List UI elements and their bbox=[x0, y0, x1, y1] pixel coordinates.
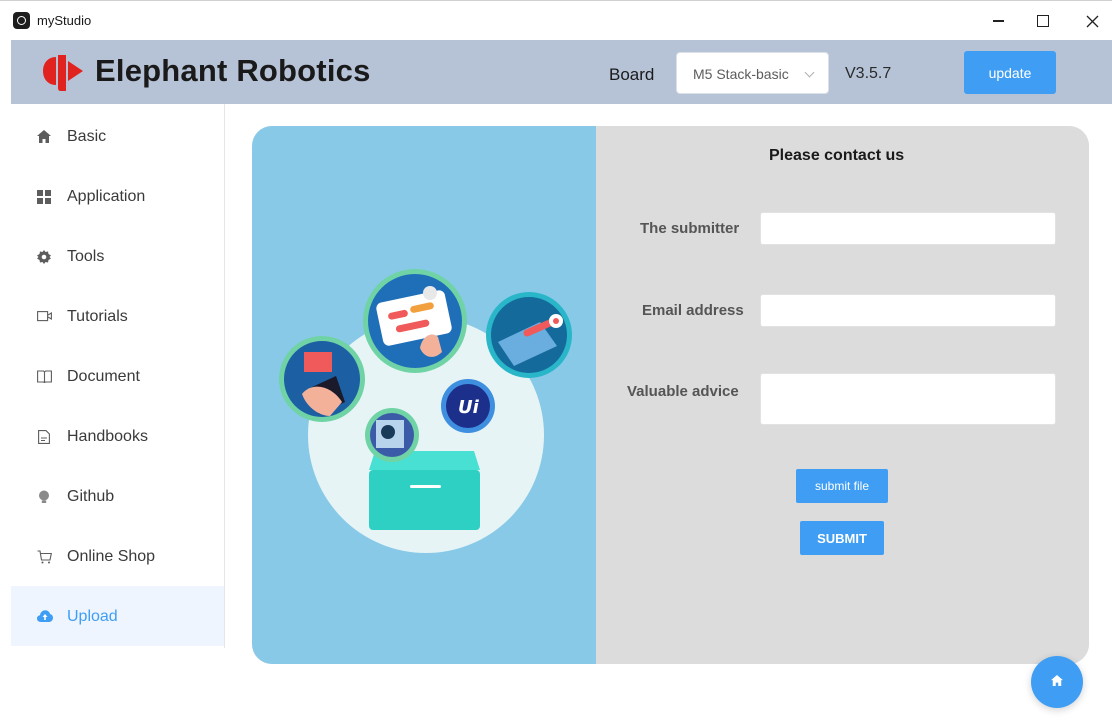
upload-illustration: Ui bbox=[279, 269, 572, 553]
board-select[interactable]: M5 Stack-basic bbox=[676, 52, 829, 94]
minimize-icon[interactable] bbox=[986, 9, 1010, 33]
email-label: Email address bbox=[642, 302, 744, 319]
sidebar-item-label: Handbooks bbox=[67, 428, 148, 445]
book-icon bbox=[37, 370, 52, 384]
sidebar-item-label: Tutorials bbox=[67, 308, 128, 325]
app-icon bbox=[13, 12, 30, 29]
chevron-down-icon bbox=[804, 67, 815, 78]
close-icon[interactable] bbox=[1080, 9, 1104, 33]
file-icon bbox=[37, 430, 51, 444]
advice-textarea[interactable] bbox=[760, 373, 1056, 425]
form-title: Please contact us bbox=[769, 147, 905, 164]
bulb-icon bbox=[37, 490, 51, 504]
contact-form: Please contact us The submitter Email ad… bbox=[596, 126, 1089, 664]
submit-button[interactable]: SUBMIT bbox=[800, 521, 884, 555]
submit-file-button[interactable]: submit file bbox=[796, 469, 888, 503]
maximize-icon[interactable] bbox=[1031, 9, 1055, 33]
contact-card: Ui Please contact us The submitter Email… bbox=[252, 126, 1089, 664]
sidebar-item-online-shop[interactable]: Online Shop bbox=[11, 526, 224, 586]
svg-text:Ui: Ui bbox=[458, 397, 480, 418]
sidebar-item-basic[interactable]: Basic bbox=[11, 106, 224, 166]
app-header: Elephant Robotics Board M5 Stack-basic V… bbox=[11, 40, 1112, 104]
home-button[interactable] bbox=[1031, 656, 1083, 708]
cloud-upload-icon bbox=[37, 610, 53, 624]
advice-label: Valuable advice bbox=[627, 383, 739, 400]
sidebar-item-label: Application bbox=[67, 188, 146, 205]
sidebar-item-label: Github bbox=[67, 488, 115, 505]
sidebar-item-application[interactable]: Application bbox=[11, 166, 224, 226]
sidebar-item-handbooks[interactable]: Handbooks bbox=[11, 406, 224, 466]
sidebar-item-label: Online Shop bbox=[67, 548, 156, 565]
sidebar-item-github[interactable]: Github bbox=[11, 466, 224, 526]
submitter-label: The submitter bbox=[640, 220, 740, 237]
grid-icon bbox=[37, 190, 51, 204]
elephant-logo-icon bbox=[43, 55, 83, 91]
update-button[interactable]: update bbox=[964, 51, 1056, 94]
sidebar-item-label: Basic bbox=[67, 128, 107, 145]
window-titlebar: myStudio bbox=[0, 0, 1112, 40]
sidebar-item-upload[interactable]: Upload bbox=[11, 586, 224, 646]
cart-icon bbox=[37, 550, 52, 564]
board-select-value: M5 Stack-basic bbox=[693, 66, 789, 82]
board-label: Board bbox=[609, 65, 655, 84]
submitter-field[interactable] bbox=[760, 212, 1056, 245]
email-field[interactable] bbox=[760, 294, 1056, 327]
sidebar-item-label: Upload bbox=[67, 608, 118, 625]
home-icon bbox=[37, 130, 51, 144]
video-icon bbox=[37, 310, 52, 324]
sidebar-item-label: Tools bbox=[67, 248, 105, 265]
brand-name: Elephant Robotics bbox=[95, 53, 371, 88]
sidebar-item-label: Document bbox=[67, 368, 140, 385]
version-label: V3.5.7 bbox=[845, 65, 892, 82]
sidebar-item-tutorials[interactable]: Tutorials bbox=[11, 286, 224, 346]
home-icon bbox=[1051, 673, 1063, 691]
sidebar-item-document[interactable]: Document bbox=[11, 346, 224, 406]
sidebar-item-tools[interactable]: Tools bbox=[11, 226, 224, 286]
window-title: myStudio bbox=[37, 13, 92, 28]
sidebar: Basic Application Tools Tutorials Docume… bbox=[11, 104, 225, 648]
gear-icon bbox=[37, 250, 51, 264]
illustration-panel: Ui bbox=[252, 126, 596, 664]
